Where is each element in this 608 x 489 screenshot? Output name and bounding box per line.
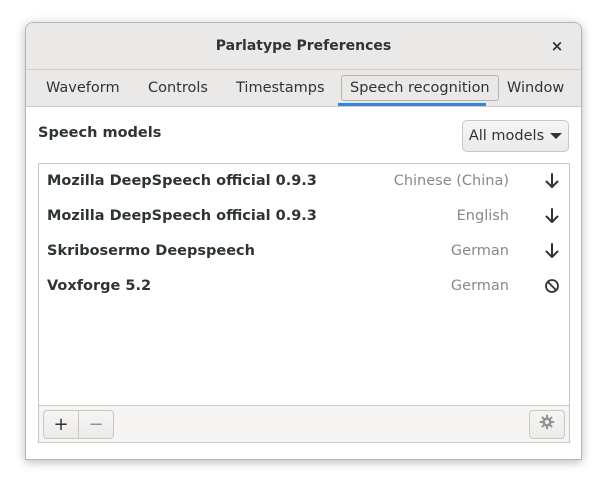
model-name: Skribosermo Deepspeech bbox=[47, 243, 255, 259]
settings-button[interactable] bbox=[529, 410, 565, 439]
window-title: Parlatype Preferences bbox=[215, 38, 392, 54]
tab-controls[interactable]: Controls bbox=[148, 70, 208, 106]
plus-icon: + bbox=[53, 414, 69, 435]
section-label: Speech models bbox=[38, 125, 162, 141]
model-language: German bbox=[450, 278, 509, 294]
model-name: Mozilla DeepSpeech official 0.9.3 bbox=[47, 208, 317, 224]
model-list: Mozilla DeepSpeech official 0.9.3 Chines… bbox=[38, 163, 570, 443]
model-language: English bbox=[456, 208, 509, 224]
model-language: German bbox=[450, 243, 509, 259]
close-button[interactable]: × bbox=[547, 36, 567, 56]
tab-label: Window bbox=[507, 80, 565, 96]
model-name: Voxforge 5.2 bbox=[47, 278, 152, 294]
tab-speech-recognition[interactable]: Speech recognition bbox=[341, 70, 499, 106]
list-toolbar: + − bbox=[39, 405, 569, 442]
list-item[interactable]: Skribosermo Deepspeech German bbox=[39, 234, 569, 269]
preferences-window: Parlatype Preferences × Waveform Control… bbox=[25, 22, 582, 460]
list-item[interactable]: Mozilla DeepSpeech official 0.9.3 Englis… bbox=[39, 199, 569, 234]
model-name: Mozilla DeepSpeech official 0.9.3 bbox=[47, 173, 317, 189]
list-item[interactable]: Mozilla DeepSpeech official 0.9.3 Chines… bbox=[39, 164, 569, 199]
chevron-down-icon bbox=[550, 133, 563, 139]
minus-icon: − bbox=[88, 414, 104, 435]
title-bar: Parlatype Preferences × bbox=[26, 23, 581, 70]
model-language: Chinese (China) bbox=[393, 173, 509, 189]
tab-bar: Waveform Controls Timestamps Speech reco… bbox=[26, 70, 581, 107]
tab-window[interactable]: Window bbox=[507, 70, 564, 106]
model-filter-label: All models bbox=[468, 128, 545, 144]
tab-label: Waveform bbox=[46, 80, 120, 96]
list-item[interactable]: Voxforge 5.2 German bbox=[39, 269, 569, 304]
tab-waveform[interactable]: Waveform bbox=[46, 70, 120, 106]
close-icon: × bbox=[550, 37, 564, 55]
model-filter-dropdown[interactable]: All models bbox=[462, 120, 569, 152]
tab-label: Timestamps bbox=[236, 80, 325, 96]
tab-label: Controls bbox=[148, 80, 208, 96]
add-model-button[interactable]: + bbox=[43, 410, 79, 439]
active-tab-indicator bbox=[338, 103, 486, 106]
remove-model-button[interactable]: − bbox=[78, 410, 114, 439]
unavailable-icon[interactable] bbox=[543, 277, 561, 295]
tab-timestamps[interactable]: Timestamps bbox=[236, 70, 325, 106]
tab-label: Speech recognition bbox=[341, 75, 499, 101]
download-icon[interactable] bbox=[543, 172, 561, 190]
download-icon[interactable] bbox=[543, 207, 561, 225]
download-icon[interactable] bbox=[543, 242, 561, 260]
gear-icon bbox=[539, 414, 555, 435]
speech-recognition-panel: Speech models All models Mozilla DeepSpe… bbox=[26, 107, 581, 459]
